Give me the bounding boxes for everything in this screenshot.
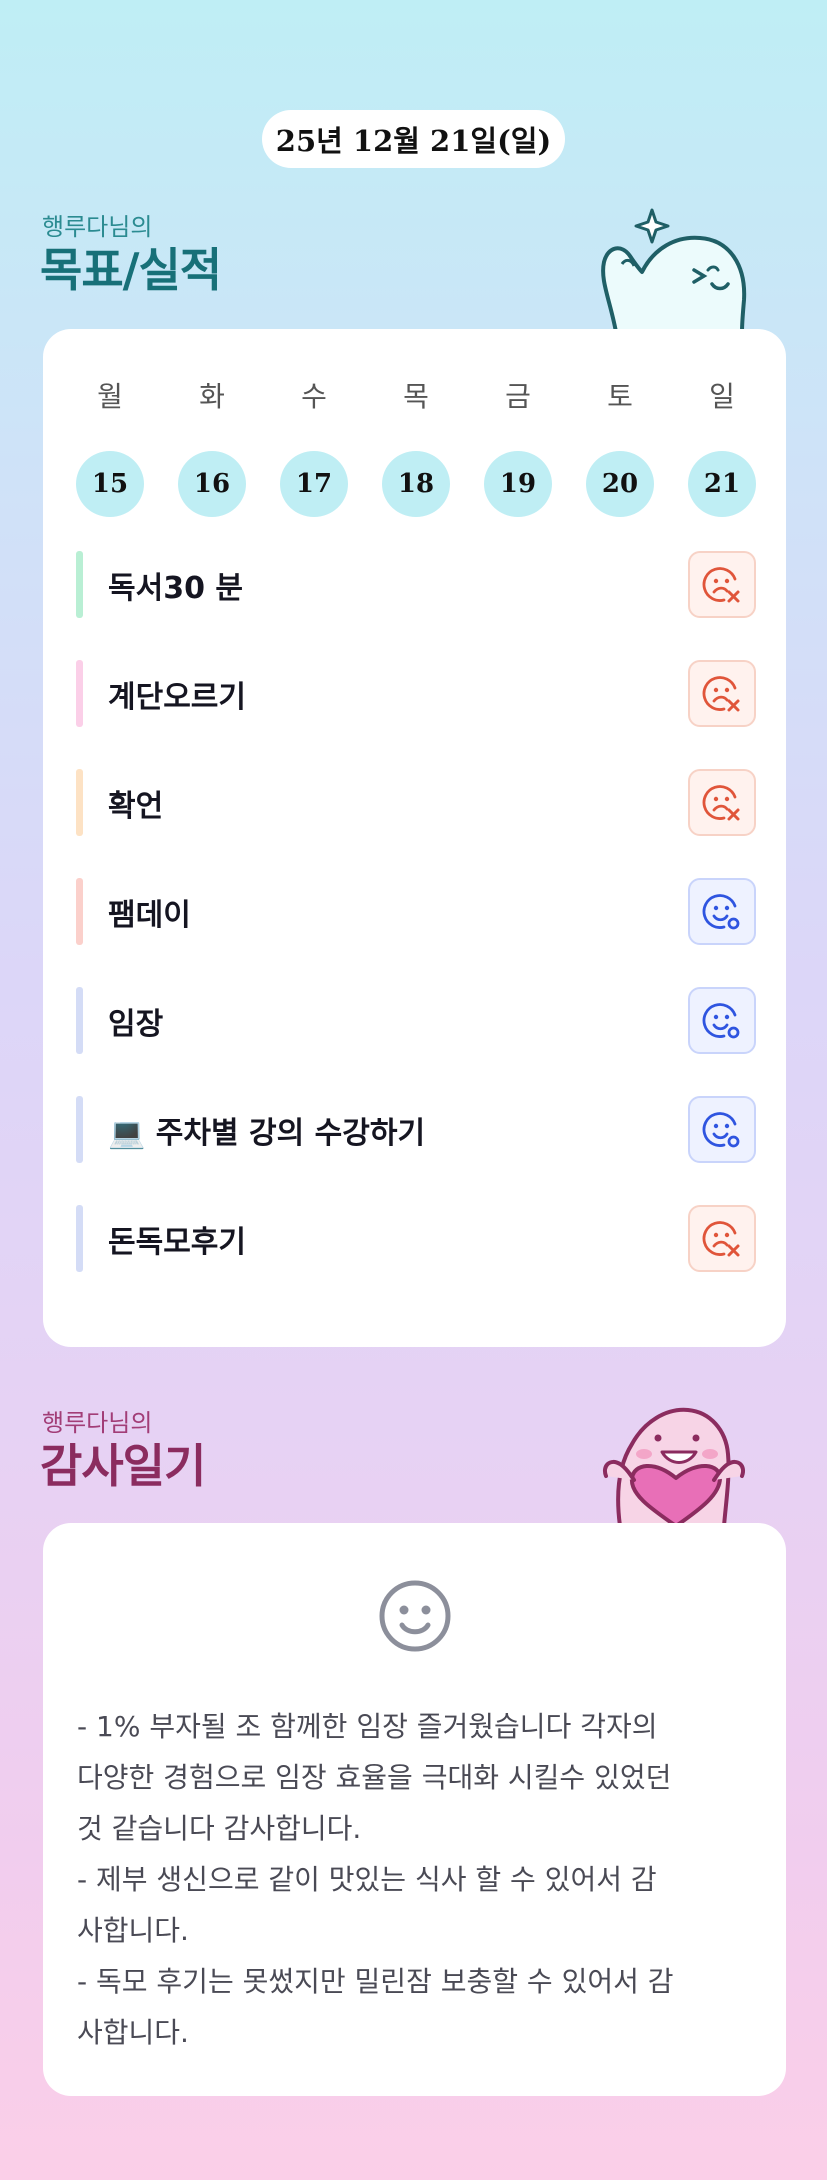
day-number[interactable]: 20 — [586, 451, 654, 517]
gratitude-line: - 1% 부자될 조 함께한 임장 즐거웠습니다 각자의 — [77, 1710, 658, 1743]
gratitude-title: 감사일기 — [40, 1439, 206, 1493]
goal-list: 독서30 분계단오르기확언팸데이임장 💻 주차별 강의 수강하기돈독모후기 — [76, 551, 756, 1314]
day-column[interactable]: 일 21 — [688, 377, 756, 517]
gratitude-line: 것 같습니다 감사합니다. — [77, 1812, 362, 1845]
goal-item[interactable]: 돈독모후기 — [76, 1205, 756, 1272]
goal-name: 독서30 분 — [108, 570, 243, 606]
goal-item[interactable]: 💻 주차별 강의 수강하기 — [76, 1096, 756, 1163]
goal-color-bar — [76, 769, 83, 836]
sad-x-face-icon[interactable] — [688, 769, 756, 836]
day-column[interactable]: 수 17 — [280, 377, 348, 517]
sad-x-face-icon[interactable] — [688, 551, 756, 618]
goal-item[interactable]: 팸데이 — [76, 878, 756, 945]
day-number[interactable]: 21 — [688, 451, 756, 517]
gratitude-text: - 1% 부자될 조 함께한 임장 즐거웠습니다 각자의 다양한 경험으로 임장… — [77, 1701, 757, 2058]
heart-mascot-icon — [603, 1407, 745, 1526]
date-pill: 25년 12월 21일(일) — [262, 110, 565, 168]
day-label: 수 — [301, 380, 327, 413]
day-label: 월 — [97, 380, 123, 413]
goal-item[interactable]: 확언 — [76, 769, 756, 836]
gratitude-line: - 독모 후기는 못썼지만 밀린잠 보충할 수 있어서 감 — [77, 1965, 674, 1998]
goal-color-bar — [76, 551, 83, 618]
goal-name: 팸데이 — [108, 897, 191, 933]
goal-item[interactable]: 임장 — [76, 987, 756, 1054]
day-number[interactable]: 18 — [382, 451, 450, 517]
day-label: 일 — [709, 380, 735, 413]
sad-x-face-icon[interactable] — [688, 1205, 756, 1272]
day-number[interactable]: 16 — [178, 451, 246, 517]
goal-name: 💻 주차별 강의 수강하기 — [108, 1115, 426, 1151]
week-row: 월 15 화 16 수 17 목 18 금 19 토 20 일 21 — [76, 377, 756, 517]
day-column[interactable]: 월 15 — [76, 377, 144, 517]
day-number[interactable]: 17 — [280, 451, 348, 517]
goals-card: 월 15 화 16 수 17 목 18 금 19 토 20 일 21 독서30 … — [43, 329, 786, 1347]
gratitude-line: - 제부 생신으로 같이 맛있는 식사 할 수 있어서 감 — [77, 1863, 657, 1896]
smile-o-face-icon[interactable] — [688, 1096, 756, 1163]
day-number[interactable]: 19 — [484, 451, 552, 517]
gratitude-card: - 1% 부자될 조 함께한 임장 즐거웠습니다 각자의 다양한 경험으로 임장… — [43, 1523, 786, 2096]
goal-item[interactable]: 독서30 분 — [76, 551, 756, 618]
day-column[interactable]: 화 16 — [178, 377, 246, 517]
goal-color-bar — [76, 878, 83, 945]
smile-o-face-icon[interactable] — [688, 987, 756, 1054]
day-number[interactable]: 15 — [76, 451, 144, 517]
goal-name: 돈독모후기 — [108, 1224, 246, 1260]
day-column[interactable]: 목 18 — [382, 377, 450, 517]
goal-name: 임장 — [108, 1006, 164, 1042]
goal-item[interactable]: 계단오르기 — [76, 660, 756, 727]
sad-x-face-icon[interactable] — [688, 660, 756, 727]
date-text: 25년 12월 21일(일) — [275, 124, 552, 158]
gratitude-line: 사합니다. — [77, 1914, 189, 1947]
goal-color-bar — [76, 660, 83, 727]
day-column[interactable]: 금 19 — [484, 377, 552, 517]
goal-name: 계단오르기 — [108, 679, 246, 715]
goals-title: 목표/실적 — [40, 243, 222, 297]
day-label: 화 — [199, 380, 225, 413]
gratitude-line: 사합니다. — [77, 2016, 189, 2049]
gratitude-line: 다양한 경험으로 임장 효율을 극대화 시킬수 있었던 — [77, 1761, 672, 1794]
day-label: 토 — [607, 380, 633, 413]
goal-name: 확언 — [108, 788, 164, 824]
goal-color-bar — [76, 1205, 83, 1272]
ghost-mascot-icon — [601, 208, 747, 332]
day-label: 목 — [403, 380, 429, 413]
smile-o-face-icon[interactable] — [688, 878, 756, 945]
goal-color-bar — [76, 987, 83, 1054]
goal-color-bar — [76, 1096, 83, 1163]
day-column[interactable]: 토 20 — [586, 377, 654, 517]
smile-face-icon — [379, 1580, 451, 1652]
day-label: 금 — [505, 380, 531, 413]
